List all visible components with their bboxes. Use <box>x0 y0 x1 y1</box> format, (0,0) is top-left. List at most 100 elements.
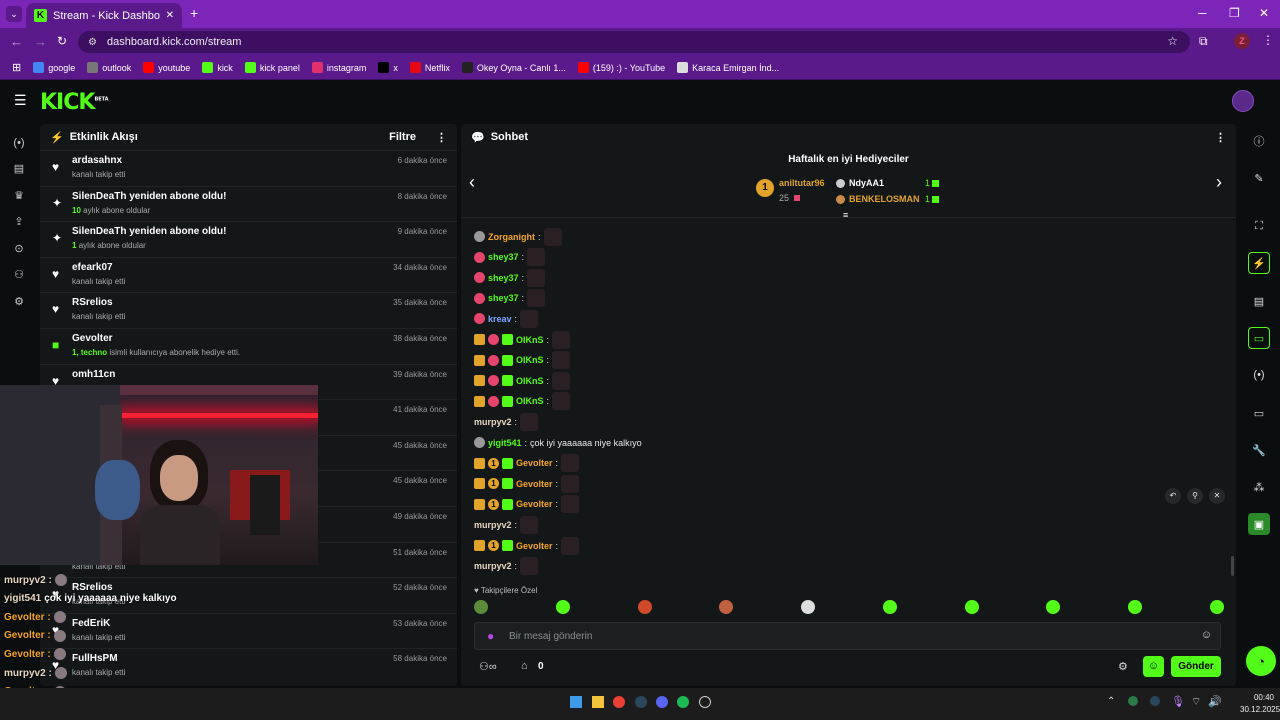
settings-gear-icon[interactable]: ⚙ <box>11 294 27 310</box>
chat-menu-icon[interactable]: ⋮ <box>1215 131 1226 144</box>
tray-steam-icon[interactable] <box>1150 696 1160 706</box>
apps-grid-icon[interactable]: ⊞ <box>12 61 21 74</box>
upload-icon[interactable]: ⇪ <box>11 214 27 230</box>
chat-username[interactable]: OIKnS <box>516 355 544 365</box>
chat-username[interactable]: Gevolter <box>516 499 553 509</box>
help-chat-bubble-icon[interactable]: ◔ <box>1246 646 1276 676</box>
chat-message[interactable]: murpyv2: <box>474 412 539 431</box>
share-icon[interactable]: ⁂ <box>1248 476 1270 498</box>
quick-emote[interactable] <box>555 600 570 614</box>
chat-input[interactable]: ● Bir mesaj gönderin ☺ <box>474 622 1221 650</box>
kick-logo[interactable]: KICKBETA <box>40 90 109 115</box>
profile-avatar[interactable]: Z <box>1234 33 1250 49</box>
chat-username[interactable]: Gevolter <box>516 541 553 551</box>
gifters-prev-icon[interactable]: ‹ <box>469 172 475 193</box>
event-item[interactable]: ♥ ardasahnx kanalı takip etti 6 dakika önce <box>40 150 457 186</box>
collapse-icon[interactable]: ≡ <box>843 210 848 220</box>
chat-username[interactable]: yigit541 <box>488 438 522 448</box>
quick-emote[interactable] <box>1128 600 1143 614</box>
top-gifter-name[interactable]: aniltutar96 <box>779 178 825 188</box>
quick-emote[interactable] <box>801 600 816 614</box>
chat-message[interactable]: OIKnS: <box>474 392 571 411</box>
event-item[interactable]: ■ Gevolter 1, techno isimli kullanıcıya ab… <box>40 328 457 364</box>
chat-username[interactable]: OIKnS <box>516 396 544 406</box>
chat-username[interactable]: OIKnS <box>516 335 544 345</box>
chat-toggle-icon[interactable]: ▭ <box>1248 327 1270 349</box>
hamburger-menu-icon[interactable]: ☰ <box>14 92 27 109</box>
undo-icon[interactable]: ↶ <box>1165 488 1181 504</box>
chat-scrollbar[interactable] <box>1231 556 1234 576</box>
volume-icon[interactable]: 🔊 <box>1208 695 1222 708</box>
bookmark-item[interactable]: instagram <box>311 62 366 73</box>
chat-username[interactable]: shey37 <box>488 252 519 262</box>
stream-live-icon[interactable]: (•) <box>11 135 27 151</box>
edit-icon[interactable]: ✎ <box>1248 167 1270 189</box>
quick-emote[interactable] <box>882 600 897 614</box>
tray-app-icon[interactable] <box>1128 696 1138 706</box>
extensions-icon[interactable]: ⧉ <box>1199 34 1208 49</box>
chat-message[interactable]: OIKnS: <box>474 351 571 370</box>
trophy-icon[interactable]: ♛ <box>11 188 27 204</box>
bookmark-item[interactable]: youtube <box>143 62 190 73</box>
reload-icon[interactable]: ↻ <box>57 34 67 48</box>
fullscreen-icon[interactable]: ⛶ <box>1248 215 1270 237</box>
chat-username[interactable]: shey37 <box>488 273 519 283</box>
chat-message[interactable]: murpyv2: <box>474 557 539 576</box>
chat-message[interactable]: 1 Gevolter: <box>474 454 580 473</box>
chat-message[interactable]: shey37: <box>474 268 546 287</box>
chat-username[interactable]: murpyv2 <box>474 520 512 530</box>
event-item[interactable]: ✦ SilenDeaTh yeniden abone oldu! 1 aylık a… <box>40 221 457 257</box>
quick-emote-button[interactable]: ☺ <box>1143 656 1164 677</box>
pin-icon[interactable]: ⚲ <box>1187 488 1203 504</box>
bookmark-item[interactable]: Karaca Emirgan İnd... <box>677 62 779 73</box>
obs-icon[interactable] <box>699 696 711 708</box>
minimize-icon[interactable]: ─ <box>1198 6 1207 20</box>
bookmark-item[interactable]: Netflix <box>409 62 450 73</box>
event-feed-menu-icon[interactable]: ⋮ <box>436 131 447 144</box>
address-bar[interactable]: ⚙ dashboard.kick.com/stream ☆ <box>78 31 1190 53</box>
window-close-icon[interactable]: ✕ <box>1259 6 1269 20</box>
filter-button[interactable]: Filtre <box>389 131 416 143</box>
chat-message[interactable]: 1 Gevolter: <box>474 536 580 555</box>
chat-username[interactable]: Gevolter <box>516 458 553 468</box>
events-lightning-icon[interactable]: ⚡ <box>1248 252 1270 274</box>
back-icon[interactable]: ← <box>10 34 23 49</box>
notes-icon[interactable]: ▤ <box>1248 290 1270 312</box>
focus-icon[interactable]: ⊙ <box>11 241 27 257</box>
chat-username[interactable]: OIKnS <box>516 376 544 386</box>
chat-username[interactable]: murpyv2 <box>474 561 512 571</box>
emoji-picker-icon[interactable]: ☺ <box>1201 629 1212 641</box>
quick-emote[interactable] <box>719 600 734 614</box>
bookmark-star-icon[interactable]: ☆ <box>1167 34 1178 48</box>
gifter-2-name[interactable]: NdyAA1 <box>849 178 884 188</box>
chrome-icon[interactable] <box>613 696 625 708</box>
bookmark-item[interactable]: kick panel <box>244 62 300 73</box>
chat-message[interactable]: Zorganight: <box>474 227 562 246</box>
chat-message[interactable]: OIKnS: <box>474 371 571 390</box>
mic-icon[interactable]: ● <box>487 629 494 643</box>
users-icon[interactable]: ⚇ <box>11 267 27 283</box>
dashboard-icon[interactable]: ▤ <box>11 161 27 177</box>
tray-mic-icon[interactable]: 🎙 <box>1171 695 1185 708</box>
new-tab-button[interactable]: + <box>190 5 198 21</box>
layout-icon[interactable]: ▭ <box>1248 402 1270 424</box>
wifi-icon[interactable]: ⌔ <box>1191 695 1201 709</box>
extension-icon[interactable]: ▣ <box>1248 513 1270 535</box>
start-icon[interactable] <box>570 696 582 708</box>
quick-emote[interactable] <box>474 600 488 614</box>
chat-message[interactable]: murpyv2: <box>474 515 539 534</box>
steam-icon[interactable] <box>635 696 647 708</box>
quick-emote[interactable] <box>637 600 652 614</box>
chat-username[interactable]: kreav <box>488 314 512 324</box>
event-item[interactable]: ♥ efeark07 kanalı takip etti 34 dakika önce <box>40 256 457 293</box>
broadcast-icon[interactable]: (•) <box>1248 364 1270 386</box>
maximize-icon[interactable]: ❐ <box>1229 6 1240 20</box>
chat-message[interactable]: 1 Gevolter: <box>474 495 580 514</box>
tray-chevron-icon[interactable]: ⌃ <box>1107 696 1115 707</box>
bookmark-item[interactable]: Okey Oyna - Canlı 1... <box>461 62 566 73</box>
chat-message[interactable]: OIKnS: <box>474 330 571 349</box>
tab-close-icon[interactable]: ✕ <box>166 10 174 21</box>
chat-username[interactable]: shey37 <box>488 293 519 303</box>
spotify-icon[interactable] <box>677 696 689 708</box>
bookmark-item[interactable]: kick <box>202 62 233 73</box>
